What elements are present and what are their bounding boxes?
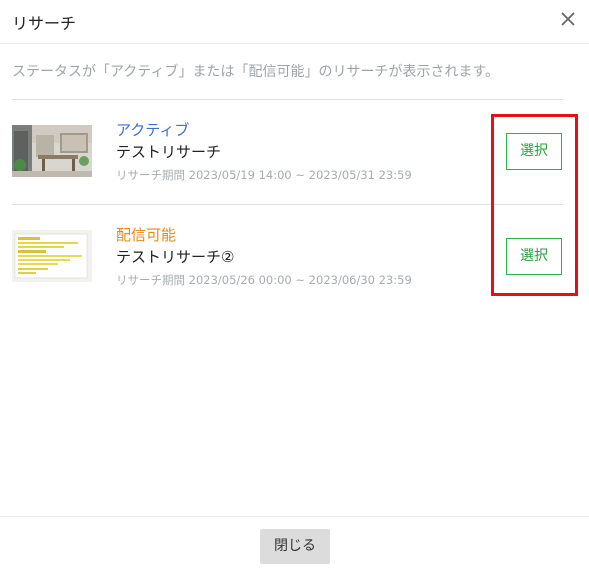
close-button[interactable]: 閉じる [260,529,330,564]
dialog-footer: 閉じる [0,516,589,575]
list-item: アクティブ テストリサーチ リサーチ期間 2023/05/19 14:00 ~ … [0,100,589,204]
research-thumbnail [12,125,92,177]
dialog-title: リサーチ [12,14,77,33]
select-button[interactable]: 選択 [506,238,562,275]
research-name: テストリサーチ [116,143,222,161]
research-name: テストリサーチ② [116,248,235,266]
list-item: 配信可能 テストリサーチ② リサーチ期間 2023/05/26 00:00 ~ … [0,205,589,309]
research-thumbnail [12,230,92,282]
research-period: リサーチ期間 2023/05/19 14:00 ~ 2023/05/31 23:… [116,168,412,182]
status-label: 配信可能 [116,226,177,244]
research-period: リサーチ期間 2023/05/26 00:00 ~ 2023/06/30 23:… [116,273,412,287]
close-icon[interactable] [557,8,579,30]
status-label: アクティブ [116,121,190,139]
status-note: ステータスが「アクティブ」または「配信可能」のリサーチが表示されます。 [12,64,500,80]
select-button[interactable]: 選択 [506,133,562,170]
dialog-header: リサーチ [0,0,589,44]
